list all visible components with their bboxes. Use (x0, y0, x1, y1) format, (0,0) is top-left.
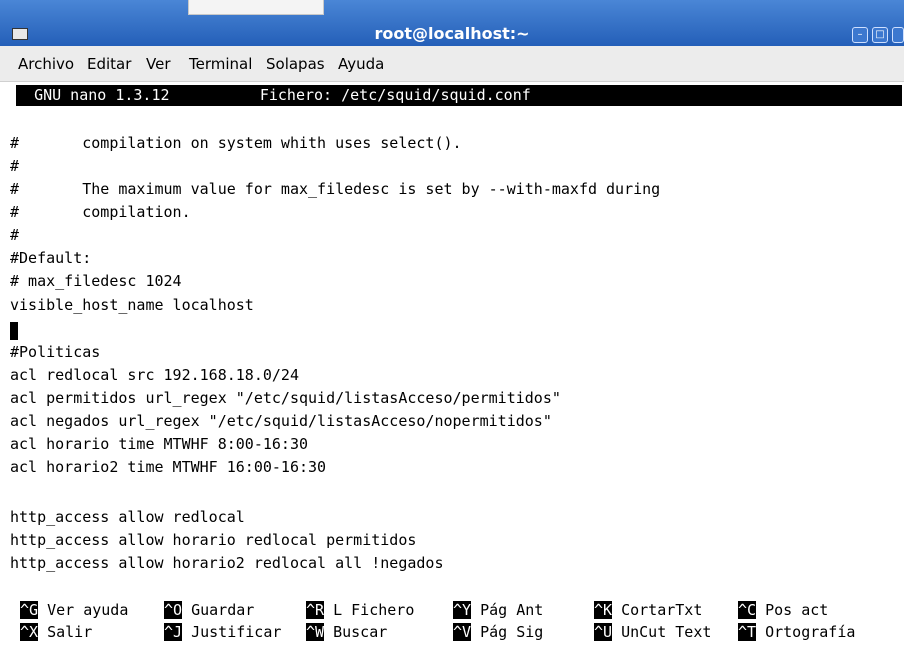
text-cursor (10, 322, 18, 340)
shortcut-label: UnCut Text (621, 623, 712, 641)
file-line: # max_filedesc 1024 (10, 272, 182, 290)
shortcut-justify[interactable]: ^J Justificar (164, 622, 281, 642)
menu-editar[interactable]: Editar (87, 55, 131, 73)
shortcut-label: CortarTxt (621, 601, 703, 619)
file-line: # (10, 226, 20, 244)
shortcut-uncut-text[interactable]: ^U UnCut Text (594, 622, 711, 642)
shortcut-label: Pos act (765, 601, 829, 619)
file-line: visible_host_name localhost (10, 296, 254, 314)
file-line: #Default: (10, 249, 92, 267)
file-line: http_access allow redlocal (10, 508, 245, 526)
shortcut-help[interactable]: ^G Ver ayuda (20, 600, 128, 620)
shortcut-key: ^O (164, 601, 183, 619)
menu-ayuda[interactable]: Ayuda (338, 55, 384, 73)
menu-solapas[interactable]: Solapas (266, 55, 325, 73)
shortcut-key: ^X (20, 623, 39, 641)
shortcut-key: ^W (306, 623, 325, 641)
shortcut-label: Guardar (191, 601, 255, 619)
shortcut-cur-pos[interactable]: ^C Pos act (738, 600, 828, 620)
shortcut-spell[interactable]: ^T Ortografía (738, 622, 855, 642)
shortcut-key: ^Y (453, 601, 472, 619)
shortcut-key: ^C (738, 601, 757, 619)
file-line: # The maximum value for max_filedesc is … (10, 180, 661, 198)
file-line: acl horario time MTWHF 8:00-16:30 (10, 435, 309, 453)
close-icon[interactable] (892, 27, 904, 43)
shortcut-label: L Fichero (333, 601, 415, 619)
shortcut-label: Ver ayuda (47, 601, 129, 619)
shortcut-label: Pág Sig (480, 623, 544, 641)
shortcut-key: ^J (164, 623, 183, 641)
shortcut-label: Justificar (191, 623, 282, 641)
shortcut-label: Buscar (333, 623, 388, 641)
maximize-icon[interactable]: □ (872, 27, 888, 43)
minimize-icon[interactable]: – (852, 27, 868, 43)
shortcut-label: Ortografía (765, 623, 856, 641)
nano-file-label: Fichero: /etc/squid/squid.conf (259, 86, 531, 104)
window-title: root@localhost:~ (374, 24, 530, 43)
menu-archivo[interactable]: Archivo (18, 55, 74, 73)
shortcut-key: ^U (594, 623, 613, 641)
shortcut-where-is[interactable]: ^W Buscar (306, 622, 387, 642)
shortcut-save[interactable]: ^O Guardar (164, 600, 254, 620)
menu-ver[interactable]: Ver (146, 55, 171, 73)
title-bar[interactable]: root@localhost:~ – □ (0, 0, 904, 46)
file-line: acl permitidos url_regex "/etc/squid/lis… (10, 389, 561, 407)
shortcut-key: ^K (594, 601, 613, 619)
background-window-tab (188, 0, 324, 15)
file-line: # compilation on system whith uses selec… (10, 134, 462, 152)
file-line: #Politicas (10, 343, 101, 361)
nano-header: GNU nano 1.3.12 Fichero: /etc/squid/squi… (16, 85, 902, 106)
file-line: # compilation. (10, 203, 191, 221)
file-line: acl horario2 time MTWHF 16:00-16:30 (10, 458, 327, 476)
nano-version: GNU nano 1.3.12 (34, 86, 170, 104)
shortcut-key: ^V (453, 623, 472, 641)
shortcut-key: ^T (738, 623, 757, 641)
shortcut-cut-text[interactable]: ^K CortarTxt (594, 600, 702, 620)
shortcut-prev-page[interactable]: ^Y Pág Ant (453, 600, 543, 620)
shortcut-next-page[interactable]: ^V Pág Sig (453, 622, 543, 642)
file-line: acl negados url_regex "/etc/squid/listas… (10, 412, 552, 430)
file-line: http_access allow horario2 redlocal all … (10, 554, 444, 572)
file-line: acl redlocal src 192.168.18.0/24 (10, 366, 299, 384)
shortcut-label: Salir (47, 623, 93, 641)
shortcut-key: ^G (20, 601, 39, 619)
shortcut-read-file[interactable]: ^R L Fichero (306, 600, 414, 620)
shortcut-key: ^R (306, 601, 325, 619)
shortcut-exit[interactable]: ^X Salir (20, 622, 92, 642)
menu-terminal[interactable]: Terminal (189, 55, 252, 73)
menu-bar: Archivo Editar Ver Terminal Solapas Ayud… (0, 46, 904, 82)
file-line: # (10, 157, 20, 175)
shortcut-label: Pág Ant (480, 601, 544, 619)
file-line: http_access allow horario redlocal permi… (10, 531, 417, 549)
